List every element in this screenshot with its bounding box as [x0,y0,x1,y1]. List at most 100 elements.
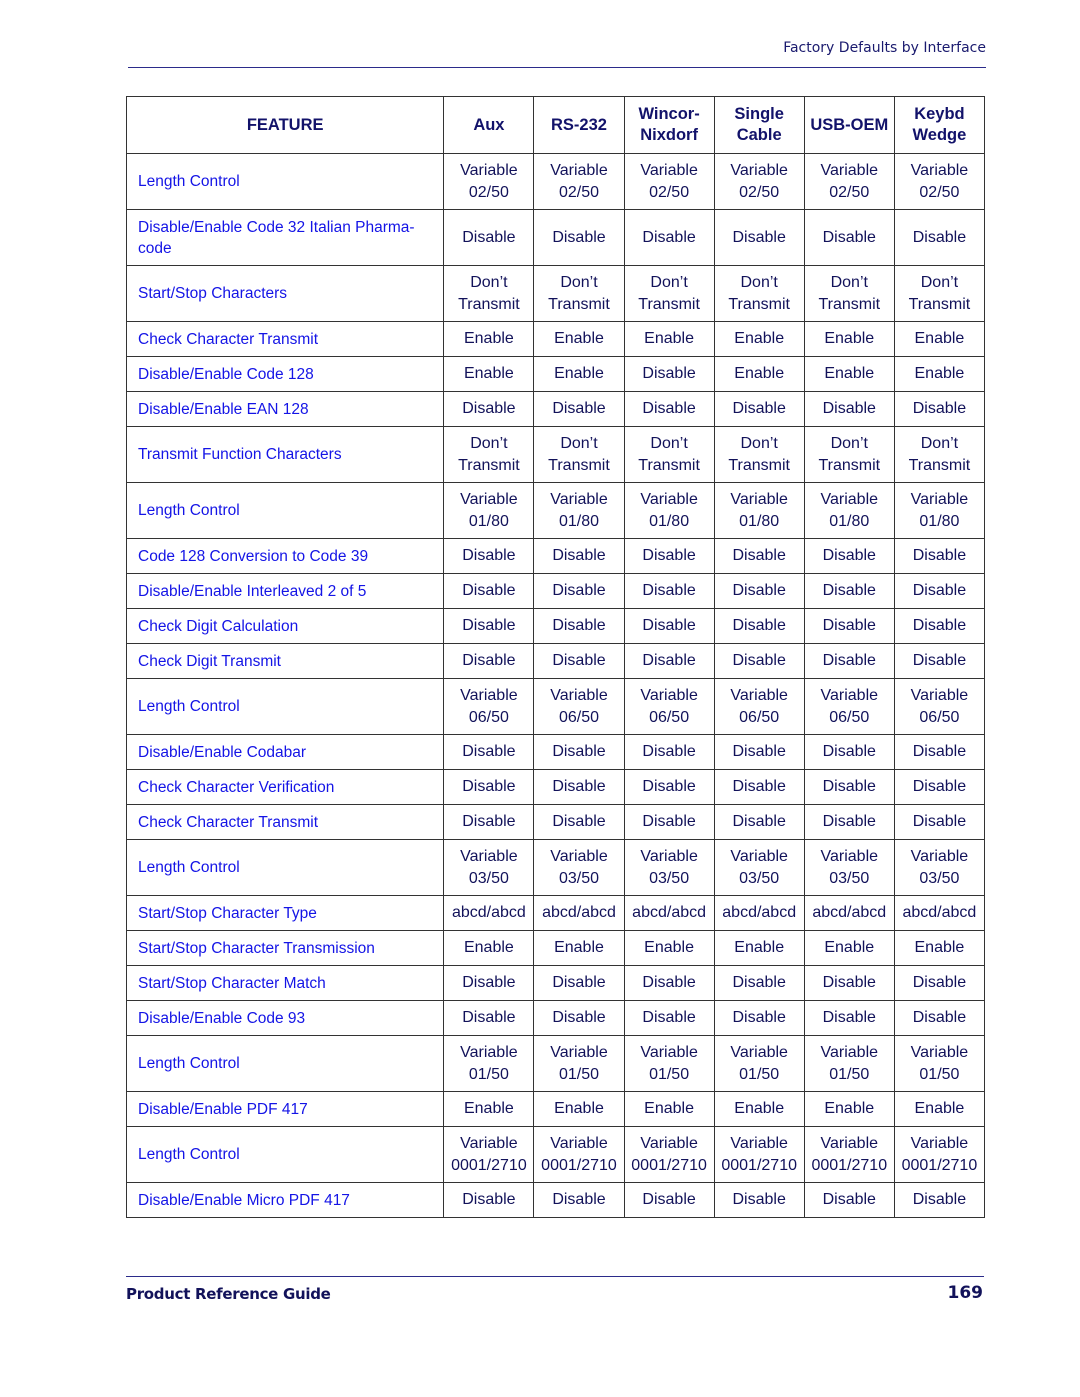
default-value-single-cable: Disable [713,391,805,427]
feature-name[interactable]: Disable/Enable PDF 417 [138,1099,433,1120]
feature-name[interactable]: Start/Stop Characters [138,283,433,304]
feature-link[interactable]: Disable/Enable Code 128 [125,356,445,392]
feature-name[interactable]: Start/Stop Character Transmission [138,938,433,959]
value-text: Variable [820,1043,879,1061]
default-value-keybd-wedge: Variable 01/50 [893,1035,986,1092]
default-value-usb-oem: Disable [803,391,895,427]
feature-link[interactable]: Disable/Enable Micro PDF 417 [125,1182,445,1218]
feature-link[interactable]: Length Control [125,1035,445,1092]
feature-link[interactable]: Check Digit Transmit [125,643,445,679]
value-text: 06/50 [919,708,960,726]
feature-link[interactable]: Code 128 Conversion to Code 39 [125,538,445,574]
feature-name[interactable]: Check Digit Calculation [138,616,433,637]
feature-link[interactable]: Check Digit Calculation [125,608,445,644]
feature-link[interactable]: Start/Stop Character Type [125,895,445,931]
feature-name[interactable]: Check Character Verification [138,777,433,798]
value-text: Don’t [740,434,778,452]
value-text: Disable [552,974,606,991]
feature-name[interactable]: Disable/Enable Micro PDF 417 [138,1190,433,1211]
feature-name[interactable]: Disable/Enable Code 32 Italian Pharma- [138,217,433,238]
feature-link[interactable]: Length Control [125,678,445,735]
value-text: Variable [910,161,969,179]
default-value-wincor-nixdorf: Variable 06/50 [623,678,715,735]
feature-name[interactable]: Check Digit Transmit [138,651,433,672]
value-text: Disable [552,743,606,760]
default-value-usb-oem: Disable [803,538,895,574]
feature-link[interactable]: Disable/Enable EAN 128 [125,391,445,427]
value-text: Disable [552,652,606,669]
value-text: Transmit [458,295,520,313]
value-text: Disable [552,400,606,417]
feature-name[interactable]: Disable/Enable EAN 128 [138,399,433,420]
default-value-rs-232: Disable [533,804,625,840]
feature-name[interactable]: Length Control [138,171,433,192]
default-value-single-cable: Disable [713,538,805,574]
value-text: Transmit [908,295,971,313]
value-text: Disable [552,813,606,830]
value-text: Variable [640,1134,698,1152]
feature-name[interactable]: Disable/Enable Codabar [138,742,433,763]
feature-link[interactable]: Disable/Enable Code 93 [125,1000,445,1036]
value-text: 06/50 [558,708,600,726]
feature-name[interactable]: Length Control [138,500,433,521]
table-row: Check Character Transmit Enable Enable Enab… [125,321,986,357]
feature-link[interactable]: Length Control [125,1126,445,1183]
value-text: Variable [730,847,788,865]
feature-link[interactable]: Start/Stop Character Transmission [125,930,445,966]
feature-link[interactable]: Start/Stop Character Match [125,965,445,1001]
feature-name[interactable]: Length Control [138,696,433,717]
feature-link[interactable]: Check Character Transmit [125,804,445,840]
feature-name[interactable]: Start/Stop Character Match [138,973,433,994]
default-value-usb-oem: Disable [803,1182,895,1218]
default-value-keybd-wedge: Disable [893,209,986,266]
feature-link[interactable]: Length Control [125,482,445,539]
default-value-single-cable: Disable [713,769,805,805]
feature-name[interactable]: Length Control [138,1144,433,1165]
feature-link[interactable]: Disable/Enable PDF 417 [125,1091,445,1127]
value-text: 0001/2710 [631,1156,707,1174]
default-value-keybd-wedge: Enable [893,356,986,392]
value-text: Disable [552,547,606,564]
table-row: Length Control Variable 0001/2710 Variable 0… [125,1126,986,1183]
column-header-wincor-nixdorf: Wincor- Nixdorf [623,96,715,154]
value-text: Variable [460,1134,518,1152]
feature-name[interactable]: Start/Stop Character Type [138,903,433,924]
table-row: Check Character Verification Disable Disab… [125,769,986,805]
feature-name[interactable]: Disable/Enable Interleaved 2 of 5 [138,581,433,602]
default-value-rs-232: abcd/abcd [533,895,625,931]
feature-link[interactable]: Length Control [125,153,445,210]
value-text: Disable [822,1191,876,1208]
table-row: Disable/Enable Code 128 Enable Enable Disab… [125,356,986,392]
default-value-rs-232: Variable 03/50 [533,839,625,896]
feature-name[interactable]: Length Control [138,857,433,878]
feature-name[interactable]: Check Character Transmit [138,812,433,833]
default-value-keybd-wedge: Disable [893,391,986,427]
feature-name[interactable]: Code 128 Conversion to Code 39 [138,546,433,567]
feature-link[interactable]: Length Control [125,839,445,896]
value-text: Disable [912,400,967,417]
feature-name[interactable]: Disable/Enable Code 128 [138,364,433,385]
feature-link[interactable]: Check Character Verification [125,769,445,805]
value-text: Disable [822,547,876,564]
default-value-usb-oem: Disable [803,769,895,805]
feature-name[interactable]: code [138,238,433,259]
value-text: Disable [552,228,606,246]
value-text: Variable [640,686,698,704]
feature-name[interactable]: Transmit Function Characters [138,444,433,465]
feature-link[interactable]: Check Character Transmit [125,321,445,357]
feature-name[interactable]: Length Control [138,1053,433,1074]
value-text: 03/50 [558,869,600,887]
feature-link[interactable]: Transmit Function Characters [125,426,445,483]
feature-link[interactable]: Start/Stop Characters [125,265,445,322]
feature-name[interactable]: Check Character Transmit [138,329,433,350]
default-value-wincor-nixdorf: Disable [623,356,715,392]
value-text: Disable [732,400,786,417]
value-text: 02/50 [919,183,960,201]
feature-name[interactable]: Disable/Enable Code 93 [138,1008,433,1029]
value-text: Transmit [638,295,700,313]
table-row: Start/Stop Characters Don’t Transmit Don’t T… [125,265,986,322]
default-value-rs-232: Disable [533,1182,625,1218]
feature-link[interactable]: Disable/Enable Codabar [125,734,445,770]
feature-link[interactable]: Disable/Enable Interleaved 2 of 5 [125,573,445,609]
feature-link[interactable]: Disable/Enable Code 32 Italian Pharma-co… [125,209,445,266]
